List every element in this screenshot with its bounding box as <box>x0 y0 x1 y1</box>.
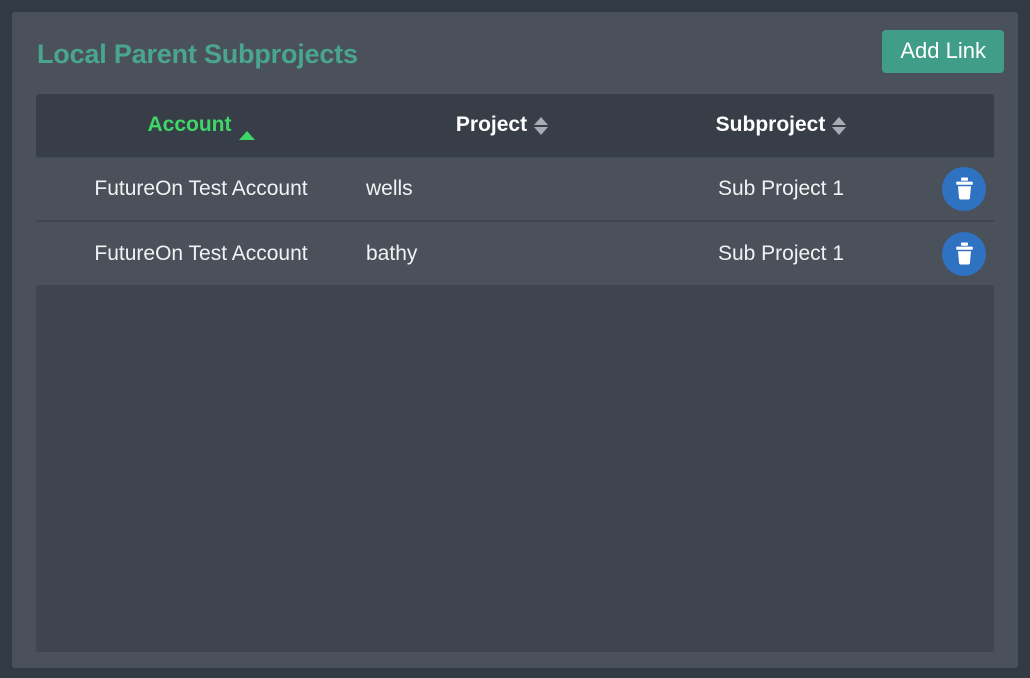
cell-project: bathy <box>366 241 418 265</box>
delete-row-button[interactable] <box>942 231 986 276</box>
table-row[interactable]: FutureOn Test Account bathy Sub Project … <box>36 221 994 285</box>
subprojects-table: Account Project Subproject FutureOn Test… <box>36 94 994 285</box>
cell-account: FutureOn Test Account <box>94 176 308 200</box>
sort-ascending-icon <box>238 108 255 141</box>
trash-icon <box>954 242 975 265</box>
column-header-account-label: Account <box>147 113 232 137</box>
sort-both-icon <box>534 117 549 136</box>
sort-both-icon <box>832 117 847 136</box>
column-header-project-label: Project <box>455 113 528 137</box>
table-row[interactable]: FutureOn Test Account wells Sub Project … <box>36 157 994 221</box>
cell-subproject: Sub Project 1 <box>717 241 845 265</box>
cell-project: wells <box>366 176 413 200</box>
table-header: Account Project Subproject <box>36 94 994 158</box>
cell-actions <box>924 157 994 221</box>
cell-account: FutureOn Test Account <box>94 241 308 265</box>
table-body: FutureOn Test Account wells Sub Project … <box>36 157 994 285</box>
column-header-actions <box>924 94 994 158</box>
column-header-account[interactable]: Account <box>36 94 366 158</box>
column-header-subproject-label: Subproject <box>715 113 826 137</box>
column-header-project[interactable]: Project <box>366 94 638 158</box>
page-title: Local Parent Subprojects <box>37 39 358 69</box>
delete-row-button[interactable] <box>942 166 986 211</box>
card-header: Local Parent Subprojects Add Link <box>12 12 1018 94</box>
table-header-row: Account Project Subproject <box>36 94 994 158</box>
page-frame: Local Parent Subprojects Add Link Accoun… <box>0 0 1030 678</box>
cell-subproject: Sub Project 1 <box>717 176 845 200</box>
cell-actions <box>924 221 994 285</box>
column-header-subproject[interactable]: Subproject <box>638 94 924 158</box>
local-parent-subprojects-card: Local Parent Subprojects Add Link Accoun… <box>12 12 1018 668</box>
add-link-button[interactable]: Add Link <box>882 30 1004 74</box>
subprojects-table-container: Account Project Subproject FutureOn Test… <box>36 94 994 652</box>
trash-icon <box>954 177 975 200</box>
